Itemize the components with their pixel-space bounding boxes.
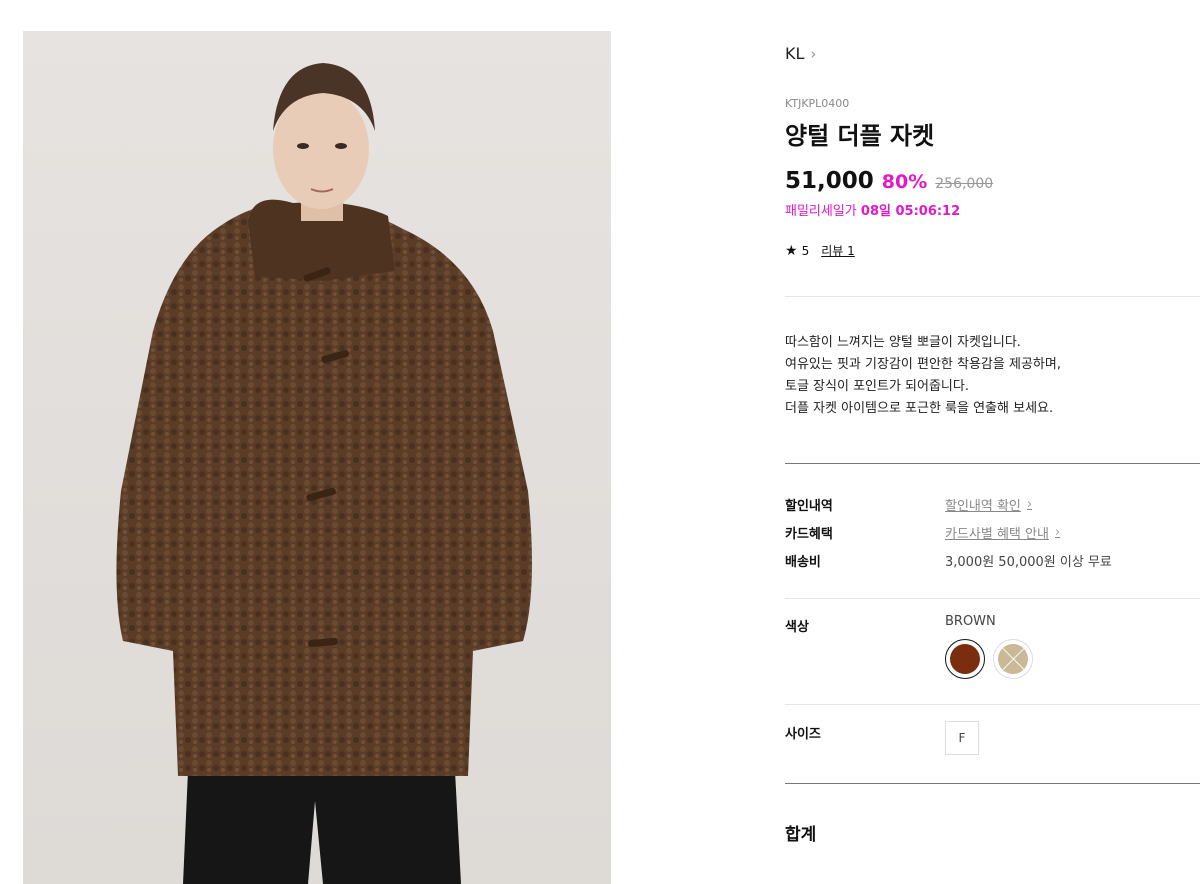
size-option-label: 사이즈 — [785, 727, 821, 742]
shipping-row: 배송비 3,000원 50,000원 이상 무료 — [785, 551, 1200, 570]
model-illustration — [116, 63, 533, 884]
timer-value: 08일 05:06:12 — [860, 204, 961, 219]
description-line: 여유있는 핏과 기장감이 편안한 착용감을 제공하며, — [785, 357, 1061, 372]
color-swatch-beige-soldout[interactable] — [993, 639, 1033, 679]
discount-info-link[interactable]: 할인내역 확인 › — [945, 495, 1032, 514]
review-link[interactable]: 리뷰 1 — [821, 242, 855, 259]
star-icon: ★ — [785, 242, 798, 259]
card-benefit-label: 카드혜택 — [785, 527, 833, 542]
product-info-panel: KL › KTJKPL0400 양털 더플 자켓 51,000 80% 256,… — [785, 0, 1200, 884]
rating-row: ★ 5 리뷰 1 — [785, 242, 855, 259]
chevron-right-icon: › — [810, 44, 817, 63]
swatch-fill — [950, 644, 980, 674]
shipping-value: 3,000원 50,000원 이상 무료 — [945, 555, 1112, 570]
card-benefit-link-text[interactable]: 카드사별 혜택 안내 — [945, 523, 1049, 542]
shipping-label: 배송비 — [785, 555, 821, 570]
original-price: 256,000 — [935, 176, 994, 192]
discount-rate: 80% — [881, 171, 928, 193]
size-option-f[interactable]: F — [945, 721, 979, 755]
divider — [785, 704, 1200, 705]
color-option-label: 색상 — [785, 620, 809, 635]
product-image — [23, 31, 611, 884]
product-title: 양털 더플 자켓 — [785, 122, 935, 150]
sale-timer: 패밀리세일가 08일 05:06:12 — [785, 200, 960, 219]
sale-price: 51,000 — [785, 168, 874, 194]
product-description: 따스함이 느껴지는 양털 뽀글이 자켓입니다. 여유있는 핏과 기장감이 편안한… — [785, 332, 1061, 420]
total-label: 합계 — [785, 825, 817, 845]
rating-value: 5 — [801, 243, 810, 258]
divider — [785, 598, 1200, 599]
discount-info-row: 할인내역 할인내역 확인 › — [785, 495, 1200, 514]
selected-color-name: BROWN — [945, 614, 996, 629]
description-line: 따스함이 느껴지는 양털 뽀글이 자켓입니다. — [785, 335, 1021, 350]
brand-name[interactable]: KL — [785, 44, 804, 63]
chevron-right-icon: › — [1054, 525, 1061, 540]
discount-info-link-text[interactable]: 할인내역 확인 — [945, 495, 1021, 514]
chevron-right-icon: › — [1026, 497, 1033, 512]
divider — [785, 296, 1200, 297]
divider — [785, 463, 1200, 464]
divider — [785, 783, 1200, 784]
description-line: 토글 장식이 포인트가 되어줍니다. — [785, 379, 969, 394]
description-line: 더플 자켓 아이템으로 포근한 룩을 연출해 보세요. — [785, 401, 1054, 416]
timer-label: 패밀리세일가 — [785, 204, 857, 219]
card-benefit-link[interactable]: 카드사별 혜택 안내 › — [945, 523, 1060, 542]
price-row: 51,000 80% 256,000 — [785, 168, 993, 194]
brand-link[interactable]: KL › — [785, 44, 816, 63]
discount-info-label: 할인내역 — [785, 499, 833, 514]
swatch-fill — [998, 644, 1028, 674]
color-swatch-brown[interactable] — [945, 639, 985, 679]
card-benefit-row: 카드혜택 카드사별 혜택 안내 › — [785, 523, 1200, 542]
product-code: KTJKPL0400 — [785, 97, 850, 110]
